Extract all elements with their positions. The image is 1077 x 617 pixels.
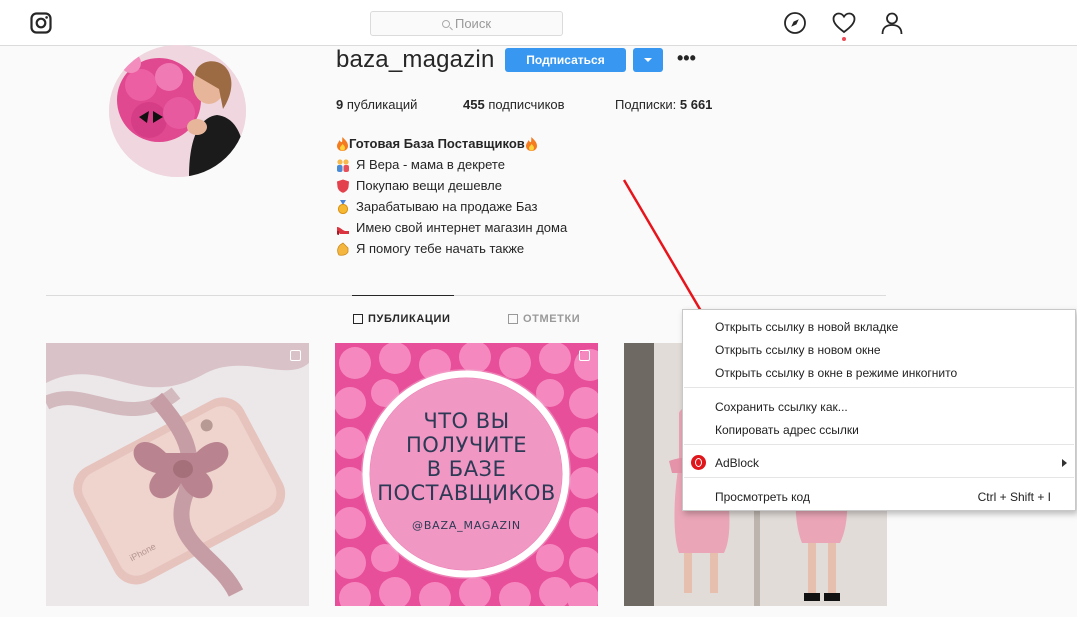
search-input[interactable]: Поиск (370, 11, 563, 36)
notification-dot (842, 37, 846, 41)
top-navigation-bar: Поиск (0, 0, 1077, 46)
avatar-photo (109, 45, 246, 177)
follow-dropdown-button[interactable] (633, 48, 663, 72)
bio-text: Я помогу тебе начать также (356, 238, 524, 259)
post-text-line: ПОЛУЧИТЕ (335, 433, 598, 457)
more-options-button[interactable]: ••• (677, 49, 696, 67)
menu-shortcut-view-code: Ctrl + Shift + I (978, 490, 1051, 504)
following-count: 5 661 (680, 97, 713, 112)
post-handle-text: @BAZA_MAGAZIN (335, 519, 598, 532)
shield-emoji-icon (336, 179, 350, 193)
multiple-photos-icon (579, 350, 590, 361)
submenu-arrow-icon (1062, 459, 1067, 467)
profile-avatar[interactable] (109, 45, 246, 177)
search-icon (442, 20, 450, 28)
medal-emoji-icon (336, 200, 350, 214)
activity-heart-icon[interactable] (832, 11, 856, 35)
tabs-divider (46, 295, 886, 296)
bio-text: Я Вера - мама в декрете (356, 154, 505, 175)
post-overlay-text: ЧТО ВЫ ПОЛУЧИТЕ В БАЗЕ ПОСТАВЩИКОВ (335, 409, 598, 505)
bio-title: Готовая База Поставщиков (349, 133, 525, 154)
menu-item-copy-link[interactable]: Копировать адрес ссылки (715, 423, 859, 437)
followers-label: подписчиков (488, 97, 564, 112)
profile-user-icon[interactable] (880, 11, 904, 35)
following-stat[interactable]: Подписки: 5 661 (615, 97, 712, 112)
following-label: Подписки: (615, 97, 676, 112)
posts-label: публикаций (347, 97, 418, 112)
post-thumbnail[interactable]: ЧТО ВЫ ПОЛУЧИТЕ В БАЗЕ ПОСТАВЩИКОВ @BAZA… (335, 343, 598, 606)
bio-title-line: Готовая База Поставщиков (336, 133, 567, 154)
tab-publications-label: ПУБЛИКАЦИИ (368, 313, 451, 325)
tab-tagged[interactable]: ОТМЕТКИ (508, 313, 580, 325)
instagram-logo-icon[interactable] (30, 12, 52, 34)
fire-emoji-icon (336, 137, 349, 151)
menu-item-save-link[interactable]: Сохранить ссылку как... (715, 400, 848, 414)
bio-line: Покупаю вещи дешевле (336, 175, 567, 196)
post-text-line: ЧТО ВЫ (335, 409, 598, 433)
search-placeholder: Поиск (455, 16, 491, 31)
tab-publications[interactable]: ПУБЛИКАЦИИ (353, 313, 451, 325)
menu-separator (684, 444, 1074, 445)
family-emoji-icon (336, 158, 350, 172)
bio-line: Зарабатываю на продаже Баз (336, 196, 567, 217)
posts-stat: 9 публикаций (336, 97, 417, 112)
bio-text: Имею свой интернет магазин дома (356, 217, 567, 238)
followers-stat[interactable]: 455 подписчиков (463, 97, 565, 112)
post-text-line: В БАЗЕ (335, 457, 598, 481)
posts-count: 9 (336, 97, 343, 112)
bio-text: Покупаю вещи дешевле (356, 175, 502, 196)
followers-count: 455 (463, 97, 485, 112)
menu-separator (684, 477, 1074, 478)
bio-line: Я Вера - мама в декрете (336, 154, 567, 175)
bio-line: Имею свой интернет магазин дома (336, 217, 567, 238)
adblock-icon (691, 455, 706, 470)
context-menu: Открыть ссылку в новой вкладке Открыть с… (682, 309, 1076, 511)
post-text-line: ПОСТАВЩИКОВ (335, 481, 598, 505)
profile-username: baza_magazin (336, 46, 495, 74)
clapping-hands-emoji-icon (336, 242, 350, 256)
tagged-icon (508, 314, 518, 324)
menu-item-open-new-tab[interactable]: Открыть ссылку в новой вкладке (715, 320, 898, 334)
menu-item-view-code[interactable]: Просмотреть код (715, 490, 810, 504)
post-thumbnail[interactable]: iPhone (46, 343, 309, 606)
menu-item-open-incognito[interactable]: Открыть ссылку в окне в режиме инкогнито (715, 366, 957, 380)
tab-tagged-label: ОТМЕТКИ (523, 313, 580, 325)
multiple-photos-icon (290, 350, 301, 361)
bio-line: Я помогу тебе начать также (336, 238, 567, 259)
menu-item-open-new-window[interactable]: Открыть ссылку в новом окне (715, 343, 881, 357)
post-image-phone-ribbon: iPhone (46, 343, 309, 606)
profile-bio: Готовая База Поставщиков Я Вера - мама в… (336, 133, 567, 259)
fire-emoji-icon (525, 137, 538, 151)
follow-button[interactable]: Подписаться (505, 48, 626, 72)
explore-compass-icon[interactable] (783, 11, 807, 35)
menu-separator (684, 387, 1074, 388)
active-tab-indicator (352, 295, 454, 296)
bio-text: Зарабатываю на продаже Баз (356, 196, 537, 217)
menu-item-adblock[interactable]: AdBlock (715, 456, 759, 470)
high-heel-emoji-icon (336, 221, 350, 235)
grid-icon (353, 314, 363, 324)
